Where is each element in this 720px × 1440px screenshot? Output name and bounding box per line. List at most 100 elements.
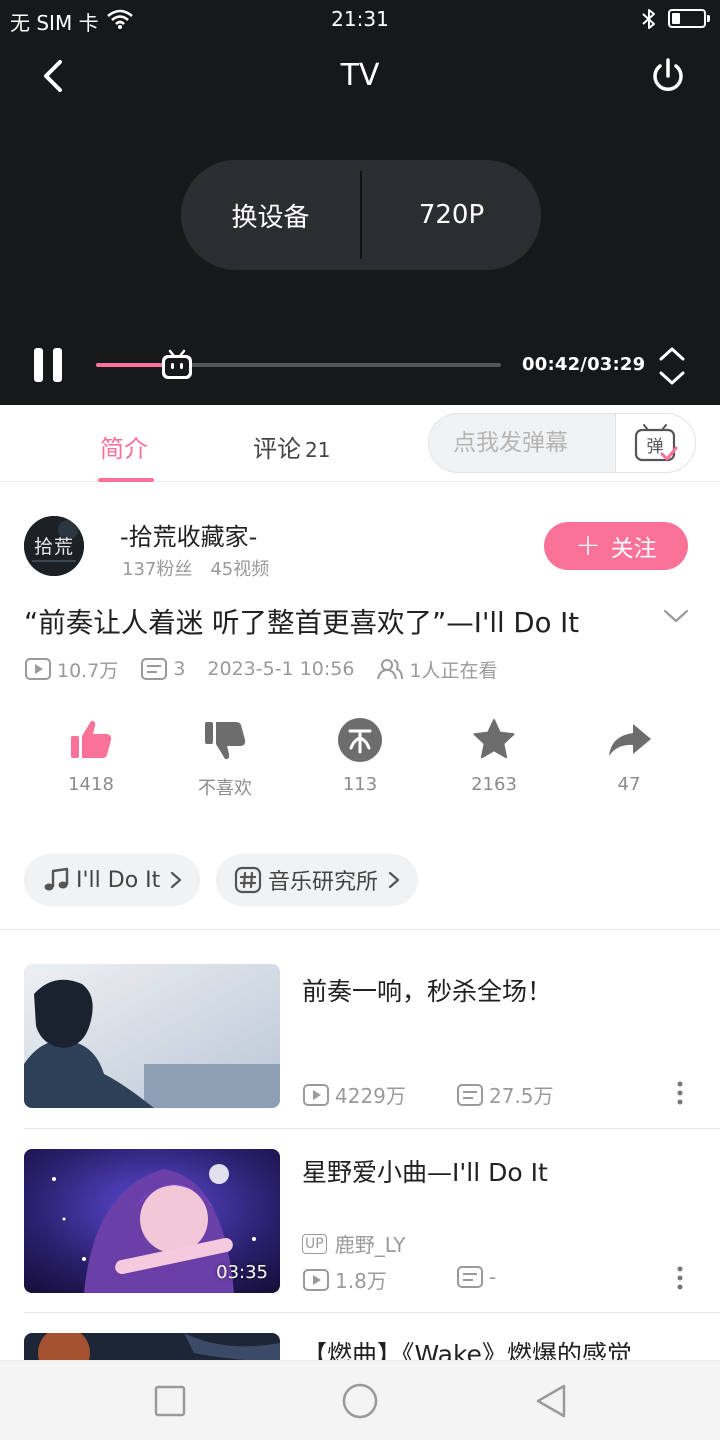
video-meta: 10.7万 3 2023-5-1 10:56 1人正在看	[24, 656, 498, 682]
related-video-item[interactable]: 03:35 星野爱小曲—I'll Do It UP 鹿野_LY 1.8万 -	[0, 1149, 720, 1295]
danmaku-box: 点我发弹幕 弹	[428, 413, 696, 473]
active-tab-indicator	[98, 478, 154, 482]
follow-button[interactable]: + 关注	[544, 522, 688, 570]
system-nav-bar	[0, 1360, 720, 1440]
related-video-item[interactable]: 前奏一响，秒杀全场！ 4229万 27.5万	[0, 964, 720, 1110]
related-views-value: 4229万	[335, 1084, 406, 1108]
viewers-icon	[377, 659, 404, 680]
videos-count: 45视频	[210, 559, 270, 580]
play-count-icon	[303, 1268, 329, 1291]
progress-thumb-tv-icon[interactable]	[160, 348, 194, 382]
related-views: 1.8万	[302, 1265, 387, 1294]
video-duration: 03:35	[216, 1262, 268, 1283]
fans-count: 137粉丝	[122, 559, 193, 580]
plus-icon: +	[575, 527, 601, 563]
switch-device-button[interactable]: 换设备	[181, 197, 360, 234]
tab-comments-label: 评论	[253, 435, 301, 463]
related-danmaku-value: 27.5万	[489, 1084, 554, 1108]
view-count: 10.7万	[57, 659, 119, 682]
favorite-count: 2163	[471, 774, 517, 795]
power-button[interactable]	[644, 52, 692, 100]
avatar-text: 拾荒	[33, 536, 74, 558]
favorite-button[interactable]: 2163	[444, 716, 544, 795]
status-bar: 无 SIM 卡 21:31	[0, 0, 720, 40]
uploader-name[interactable]: -拾荒收藏家-	[120, 517, 257, 552]
uploader-avatar[interactable]: 拾荒	[24, 516, 84, 576]
time-readout: 00:42/03:29	[522, 354, 646, 375]
thumbnail-image	[24, 964, 280, 1108]
tab-comments[interactable]: 评论 21	[253, 429, 330, 464]
like-button[interactable]: 1418	[41, 716, 141, 795]
related-uploader-name: 鹿野_LY	[334, 1233, 406, 1257]
danmaku-settings-button[interactable]: 弹	[615, 414, 695, 472]
related-uploader: UP 鹿野_LY	[302, 1229, 405, 1258]
star-icon	[473, 719, 515, 759]
video-title: “前奏让人着迷 听了整首更喜欢了”—I'll Do It	[24, 607, 580, 639]
related-thumbnail	[24, 964, 280, 1108]
tag-song-label: I'll Do It	[76, 867, 161, 893]
section-divider	[0, 929, 720, 930]
danmaku-icon: 弹	[634, 424, 678, 462]
like-count: 1418	[68, 774, 114, 795]
related-video-item[interactable]: 【燃曲】《Wake》燃爆的感觉	[0, 1333, 720, 1360]
danmaku-input[interactable]: 点我发弹幕	[429, 414, 615, 472]
related-views-value: 1.8万	[335, 1269, 387, 1293]
chevron-right-icon	[388, 871, 400, 889]
up-badge: UP	[302, 1233, 327, 1254]
chevron-down-icon[interactable]	[662, 604, 690, 628]
publish-time: 2023-5-1 10:56	[207, 658, 355, 680]
uploader-stats: 137粉丝 45视频	[122, 555, 269, 581]
related-views: 4229万	[302, 1080, 406, 1109]
tag-chip-topic[interactable]: 音乐研究所	[216, 854, 419, 906]
tab-bar: 简介 评论 21 点我发弹幕 弹	[0, 405, 720, 482]
coin-button[interactable]: 113	[310, 716, 410, 795]
thumbs-down-icon	[205, 722, 246, 760]
related-title: 前奏一响，秒杀全场！	[302, 977, 553, 1006]
list-divider	[24, 1312, 720, 1313]
music-note-icon	[44, 867, 69, 891]
dislike-label: 不喜欢	[198, 778, 252, 799]
chevron-right-icon	[171, 871, 182, 889]
more-options-icon[interactable]	[672, 1080, 688, 1106]
danmaku-count-icon	[457, 1266, 483, 1288]
share-arrow-icon	[609, 724, 651, 756]
related-title: 【燃曲】《Wake》燃爆的感觉	[302, 1340, 632, 1360]
watching-count: 1人正在看	[409, 659, 498, 682]
quality-button[interactable]: 720P	[362, 200, 541, 230]
tab-intro[interactable]: 简介	[100, 429, 148, 464]
battery-icon	[668, 9, 710, 28]
related-danmaku-value: -	[489, 1265, 497, 1289]
thumbs-up-icon	[71, 720, 112, 758]
follow-label: 关注	[610, 536, 657, 562]
clock: 21:31	[331, 7, 389, 31]
back-triangle-icon[interactable]	[534, 1383, 570, 1419]
play-count-icon	[25, 658, 51, 680]
bluetooth-icon	[642, 9, 655, 29]
pause-button[interactable]	[30, 348, 66, 384]
list-divider	[24, 1128, 720, 1129]
related-title: 星野爱小曲—I'll Do It	[302, 1158, 548, 1187]
thumbnail-image	[24, 1333, 280, 1360]
danmaku-count-icon	[141, 658, 168, 680]
hashtag-icon	[234, 866, 262, 894]
related-thumbnail: 03:35	[24, 1149, 280, 1293]
tab-comments-count: 21	[305, 438, 331, 462]
related-thumbnail	[24, 1333, 280, 1360]
cast-controls: 换设备 720P	[181, 160, 541, 270]
tag-topic-label: 音乐研究所	[268, 870, 379, 895]
home-icon[interactable]	[342, 1383, 378, 1419]
expand-vertical-icon[interactable]	[656, 346, 688, 386]
player-title: TV	[340, 58, 380, 93]
progress-bar[interactable]	[96, 363, 501, 367]
danmaku-count-icon	[457, 1083, 483, 1106]
related-danmaku: 27.5万	[456, 1080, 554, 1109]
video-player[interactable]: 无 SIM 卡 21:31 TV 换设备 720P 00:42/03:29	[0, 0, 720, 405]
share-button[interactable]: 47	[579, 716, 679, 795]
play-count-icon	[303, 1083, 329, 1106]
recent-apps-icon[interactable]	[152, 1383, 188, 1419]
dislike-button[interactable]: 不喜欢	[175, 716, 275, 800]
tag-chip-song[interactable]: I'll Do It	[24, 854, 201, 906]
related-danmaku: -	[456, 1265, 496, 1289]
more-options-icon[interactable]	[672, 1265, 688, 1291]
danmaku-count: 3	[173, 658, 186, 680]
